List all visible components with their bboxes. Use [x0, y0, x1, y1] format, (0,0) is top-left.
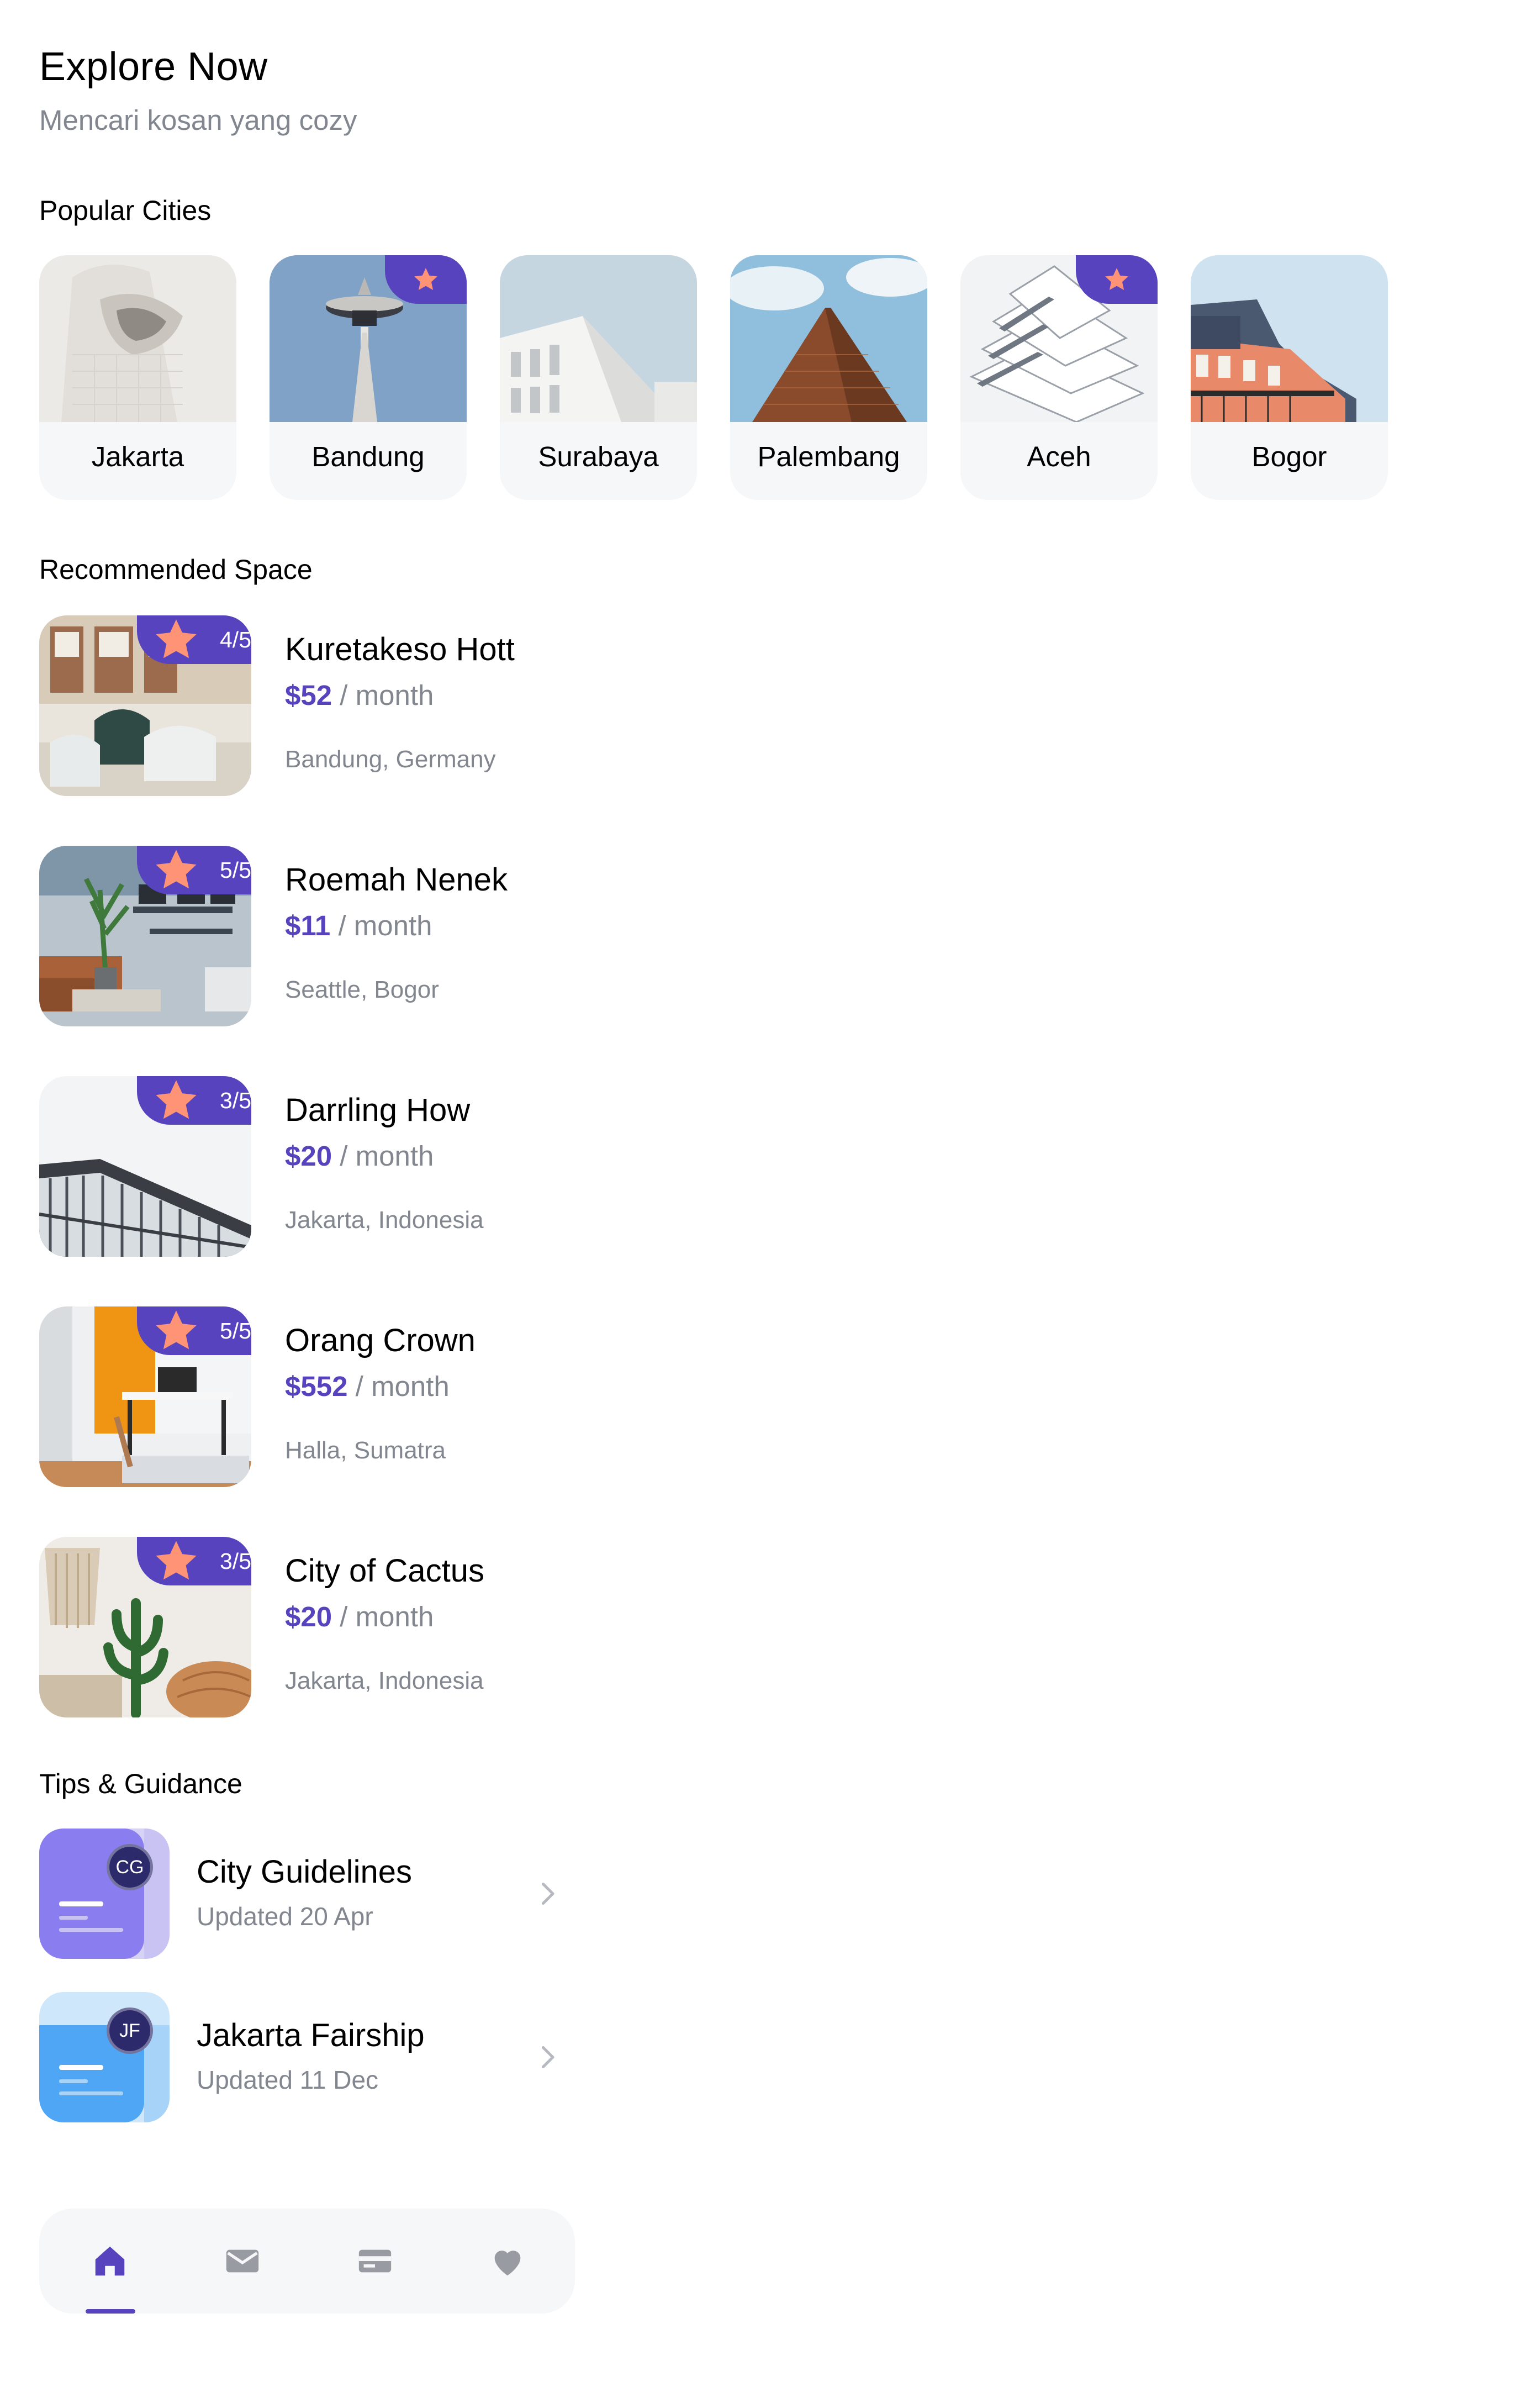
space-location: Halla, Sumatra: [285, 1437, 446, 1464]
rating-badge: 3/5: [137, 1537, 251, 1585]
city-card-bogor[interactable]: Bogor: [1191, 255, 1388, 500]
star-icon: [156, 1541, 197, 1580]
city-name: Jakarta: [91, 441, 184, 472]
space-card[interactable]: 3/5 City of Cactus $20 / month Jakarta, …: [39, 1537, 591, 1717]
city-name: Bogor: [1251, 441, 1327, 472]
space-card[interactable]: 4/5 Kuretakeso Hott $52 / month Bandung,…: [39, 615, 591, 796]
star-icon: [414, 268, 437, 290]
space-image: 4/5: [39, 615, 251, 796]
city-card-aceh[interactable]: Aceh: [960, 255, 1158, 500]
rating-value: 5/5: [220, 1318, 251, 1343]
city-image: [1191, 255, 1388, 422]
space-image: 3/5: [39, 1537, 251, 1717]
city-name: Surabaya: [538, 441, 659, 472]
rating-value: 5/5: [220, 857, 251, 883]
city-name: Bandung: [311, 441, 425, 472]
nav-messages[interactable]: [220, 2239, 265, 2283]
rating-value: 3/5: [220, 1087, 251, 1113]
rating-badge: 4/5: [137, 615, 251, 664]
space-price: $20 / month: [285, 1600, 434, 1633]
city-name: Aceh: [1027, 441, 1091, 472]
price-value: $20: [285, 1140, 332, 1172]
rating-value: 3/5: [220, 1548, 251, 1574]
page-subtitle: Mencari kosan yang cozy: [39, 104, 357, 136]
space-card[interactable]: 5/5 Orang Crown $552 / month Halla, Suma…: [39, 1306, 591, 1487]
heart-icon: [494, 2251, 521, 2276]
avatar: JF: [107, 2007, 153, 2054]
space-location: Bandung, Germany: [285, 746, 496, 773]
tip-updated: Updated 20 Apr: [197, 1902, 373, 1931]
tip-title: City Guidelines: [197, 1854, 413, 1890]
space-card[interactable]: 3/5 Darrling How $20 / month Jakarta, In…: [39, 1076, 591, 1257]
space-price: $552 / month: [285, 1370, 450, 1403]
rating-value: 4/5: [220, 626, 251, 652]
tip-title: Jakarta Fairship: [197, 2017, 425, 2053]
city-card-surabaya[interactable]: Surabaya: [500, 255, 697, 500]
guidelines-thumbnail: CG: [39, 1829, 170, 1959]
city-card-bandung[interactable]: Bandung: [270, 255, 467, 500]
rating-badge: 5/5: [137, 1306, 251, 1355]
tip-updated: Updated 11 Dec: [197, 2065, 379, 2094]
active-nav-indicator: [86, 2309, 135, 2314]
space-location: Jakarta, Indonesia: [285, 1206, 484, 1234]
price-value: $11: [285, 910, 331, 941]
rating-badge: 3/5: [137, 1076, 251, 1125]
city-image: [730, 255, 927, 422]
city-card-palembang[interactable]: Palembang: [730, 255, 927, 500]
chevron-right-icon[interactable]: [531, 2041, 564, 2074]
city-image: [500, 255, 697, 422]
space-name: Darrling How: [285, 1092, 471, 1128]
card-icon: [358, 2249, 392, 2273]
price-unit: / month: [338, 910, 432, 941]
space-name: Kuretakeso Hott: [285, 631, 515, 667]
price-value: $552: [285, 1371, 348, 1402]
price-unit: / month: [355, 1371, 450, 1402]
nav-cards[interactable]: [353, 2239, 397, 2283]
space-location: Seattle, Bogor: [285, 976, 439, 1003]
featured-badge: [1076, 255, 1158, 304]
price-unit: / month: [340, 1601, 434, 1632]
price-value: $52: [285, 679, 332, 711]
tip-item-jakarta-fairship[interactable]: JF Jakarta Fairship Updated 11 Dec: [39, 1992, 564, 2122]
popular-cities-title: Popular Cities: [39, 195, 212, 226]
space-name: Orang Crown: [285, 1322, 476, 1358]
recommended-space-title: Recommended Space: [39, 554, 313, 585]
rating-badge: 5/5: [137, 846, 251, 894]
price-unit: / month: [340, 1140, 434, 1172]
space-location: Jakarta, Indonesia: [285, 1667, 484, 1694]
space-image: 3/5: [39, 1076, 251, 1257]
space-card[interactable]: 5/5 Roemah Nenek $11 / month Seattle, Bo…: [39, 846, 591, 1026]
space-price: $20 / month: [285, 1140, 434, 1172]
nav-favorites[interactable]: [485, 2239, 530, 2283]
page-title: Explore Now: [39, 45, 268, 89]
tip-item-city-guidelines[interactable]: CG City Guidelines Updated 20 Apr: [39, 1829, 564, 1959]
tips-guidance-title: Tips & Guidance: [39, 1768, 242, 1799]
city-card-jakarta[interactable]: Jakarta: [39, 255, 236, 500]
star-icon: [156, 1080, 197, 1119]
space-price: $11 / month: [285, 909, 432, 942]
home-icon: [95, 2246, 125, 2276]
featured-badge: [385, 255, 467, 304]
bottom-navigation: [39, 2209, 575, 2314]
star-icon: [1105, 268, 1128, 290]
chevron-right-icon[interactable]: [531, 1877, 564, 1910]
space-image: 5/5: [39, 846, 251, 1026]
price-value: $20: [285, 1601, 332, 1632]
star-icon: [156, 1310, 197, 1350]
space-image: 5/5: [39, 1306, 251, 1487]
nav-home[interactable]: [88, 2239, 132, 2283]
space-price: $52 / month: [285, 679, 434, 712]
price-unit: / month: [340, 679, 434, 711]
space-name: Roemah Nenek: [285, 862, 508, 898]
fairship-thumbnail: JF: [39, 1992, 170, 2122]
city-name: Palembang: [757, 441, 900, 472]
space-name: City of Cactus: [285, 1553, 484, 1589]
star-icon: [156, 850, 197, 889]
mail-icon: [226, 2249, 259, 2273]
star-icon: [156, 619, 197, 658]
avatar: CG: [107, 1844, 153, 1890]
city-image: [39, 255, 236, 422]
